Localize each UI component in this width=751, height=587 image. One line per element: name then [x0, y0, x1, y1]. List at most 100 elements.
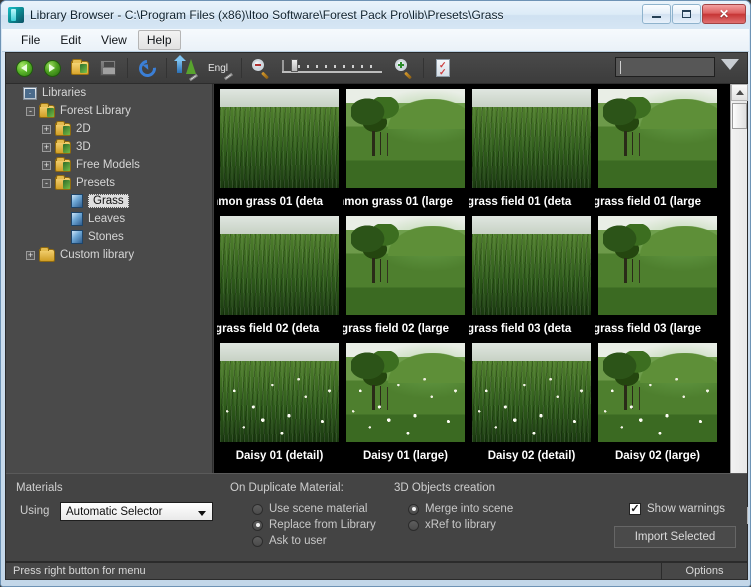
thumbnail-cell[interactable]: ut grass field 03 (large — [595, 214, 720, 339]
tree-item-stones[interactable]: Stones — [6, 228, 212, 246]
expand-icon[interactable]: + — [42, 142, 51, 152]
radio-xref-to-library[interactable]: xRef to library — [408, 519, 496, 531]
language-button[interactable]: Engl — [201, 56, 235, 81]
zoom-in-button[interactable] — [391, 56, 417, 80]
library-tree: Libraries - Forest Library +2D +3D + Free Mode… — [6, 84, 212, 264]
export-button[interactable] — [173, 55, 199, 82]
thumbnail-cell[interactable]: ommon grass 01 (deta — [217, 87, 342, 212]
tree-item-presets[interactable]: - Presets — [6, 174, 212, 192]
doc-icon — [71, 194, 83, 208]
menu-edit[interactable]: Edit — [51, 30, 90, 50]
zoom-out-icon — [252, 59, 270, 80]
thumbnail-grid-panel[interactable]: ommon grass 01 (deta ommon grass 01 (larg… — [214, 84, 747, 524]
refresh-button[interactable] — [134, 56, 160, 80]
window-controls: ✕ — [642, 4, 746, 24]
menu-file[interactable]: File — [12, 30, 49, 50]
radio-replace-from-library[interactable]: Replace from Library — [252, 519, 376, 531]
tree-item-custom-library[interactable]: + Custom library — [6, 246, 212, 264]
library-tree-panel[interactable]: Libraries - Forest Library +2D +3D + Free Mode… — [6, 84, 213, 524]
thumbnail-caption: ut grass field 02 (deta — [217, 323, 320, 335]
tree-item-forest-library[interactable]: - Forest Library — [6, 102, 212, 120]
thumbnail-size-slider[interactable] — [280, 57, 385, 79]
scroll-up-button[interactable] — [731, 84, 748, 101]
thumbnail-cell[interactable]: ommon grass 01 (large — [343, 87, 468, 212]
tree-item-2d[interactable]: +2D — [6, 120, 212, 138]
back-button[interactable] — [11, 56, 37, 80]
save-button[interactable] — [95, 56, 121, 80]
folder-green-icon — [55, 138, 71, 154]
radio-use-scene-material[interactable]: Use scene material — [252, 503, 367, 515]
thumbnail-image — [598, 343, 717, 442]
doc-icon — [71, 212, 83, 226]
material-selector-dropdown[interactable]: Automatic Selector — [60, 502, 213, 521]
refresh-icon — [135, 56, 159, 80]
thumbnail-image — [346, 343, 465, 442]
tree-item-free-models[interactable]: + Free Models — [6, 156, 212, 174]
radio-ask-to-user[interactable]: Ask to user — [252, 535, 327, 547]
funnel-filter-icon[interactable] — [721, 59, 739, 70]
collapse-icon[interactable]: - — [42, 178, 51, 188]
slider-ticks — [298, 65, 378, 68]
title-bar[interactable]: Library Browser - C:\Program Files (x86)… — [1, 1, 750, 29]
tree-item-label: Stones — [88, 231, 124, 243]
tree-item-3d[interactable]: +3D — [6, 138, 212, 156]
thumbnail-caption: ut grass field 03 (deta — [469, 323, 572, 335]
thumbnail-image — [472, 343, 591, 442]
text-caret — [620, 61, 621, 74]
menu-help[interactable]: Help — [137, 30, 181, 50]
thumbnail-cell[interactable]: ut grass field 02 (large — [343, 214, 468, 339]
folder-icon — [39, 246, 55, 262]
minimize-button[interactable] — [642, 4, 671, 24]
tree-item-grass[interactable]: Grass — [6, 192, 212, 210]
radio-icon — [252, 519, 263, 531]
thumbnail-image — [472, 216, 591, 315]
expand-icon[interactable]: + — [26, 250, 35, 260]
expand-icon[interactable]: + — [42, 160, 51, 170]
open-folder-button[interactable] — [67, 56, 93, 80]
scrollbar-thumb[interactable] — [732, 103, 747, 129]
show-warnings-checkbox[interactable]: ✓ Show warnings — [629, 503, 725, 515]
forward-icon — [43, 59, 61, 77]
thumbnail-cell[interactable]: Daisy 02 (large) — [595, 341, 720, 466]
radio-merge-into-scene[interactable]: Merge into scene — [408, 503, 513, 515]
maximize-icon — [682, 10, 691, 18]
folder-green-icon — [55, 120, 71, 136]
thumbnail-cell[interactable]: ut grass field 01 (large — [595, 87, 720, 212]
zoom-in-icon — [395, 59, 413, 80]
collapse-icon[interactable]: - — [26, 106, 35, 116]
checklist-button[interactable] — [430, 56, 456, 80]
thumbnail-cell[interactable]: ut grass field 03 (deta — [469, 214, 594, 339]
expand-icon[interactable]: + — [42, 124, 51, 134]
close-button[interactable]: ✕ — [702, 4, 746, 24]
libraries-icon — [23, 86, 37, 100]
maximize-button[interactable] — [672, 4, 701, 24]
status-options-button[interactable]: Options — [661, 563, 747, 579]
zoom-out-button[interactable] — [248, 56, 274, 80]
slider-thumb[interactable] — [291, 59, 298, 72]
thumbnail-cell[interactable]: ut grass field 01 (deta — [469, 87, 594, 212]
thumbnail-cell[interactable]: Daisy 02 (detail) — [469, 341, 594, 466]
import-selected-button[interactable]: Import Selected — [614, 526, 736, 548]
radio-icon — [408, 519, 419, 531]
radio-label: Replace from Library — [269, 519, 376, 531]
tree-item-leaves[interactable]: Leaves — [6, 210, 212, 228]
search-input[interactable] — [615, 57, 715, 77]
forward-button[interactable] — [39, 56, 65, 80]
thumbnail-cell[interactable]: Daisy 01 (detail) — [217, 341, 342, 466]
tree-item-libraries[interactable]: Libraries — [6, 84, 212, 102]
thumbnail-cell[interactable]: Daisy 01 (large) — [343, 341, 468, 466]
radio-icon — [252, 503, 263, 515]
radio-icon — [408, 503, 419, 515]
menu-view[interactable]: View — [92, 30, 136, 50]
thumbnail-image — [598, 216, 717, 315]
library-browser-window: Library Browser - C:\Program Files (x86)… — [0, 0, 751, 587]
close-icon: ✕ — [718, 7, 730, 21]
thumbnail-caption: Daisy 02 (large) — [614, 450, 700, 462]
thumbnail-cell[interactable]: ut grass field 02 (deta — [217, 214, 342, 339]
grid-vertical-scrollbar[interactable] — [730, 84, 748, 524]
thumbnail-caption: ommon grass 01 (deta — [217, 196, 324, 208]
toolbar: Engl — [6, 53, 747, 84]
